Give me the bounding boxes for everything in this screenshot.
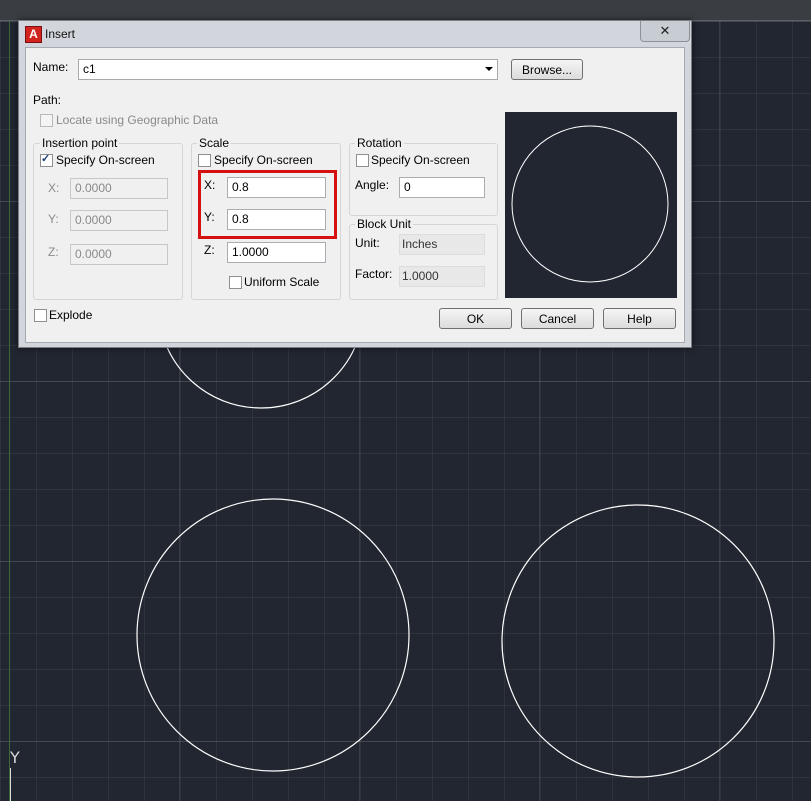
browse-button[interactable]: Browse... (511, 59, 583, 80)
path-label: Path: (33, 93, 62, 107)
insertion-specify-label: Specify On-screen (56, 153, 155, 167)
unit-label: Unit: (355, 236, 380, 250)
rotation-title: Rotation (355, 136, 404, 150)
block-preview (505, 112, 677, 298)
block-unit-title: Block Unit (355, 217, 414, 231)
name-value: c1 (83, 62, 96, 76)
scale-specify-label: Specify On-screen (214, 153, 313, 167)
scale-title: Scale (197, 136, 232, 150)
scale-x-label: X: (204, 178, 216, 192)
dialog-body: Name: c1 Browse... Path: Locate using Ge… (25, 47, 685, 343)
ucs-axis-icon (10, 768, 11, 801)
insertion-point-title: Insertion point (40, 136, 120, 150)
uniform-scale-label: Uniform Scale (244, 275, 320, 289)
ok-button[interactable]: OK (439, 308, 512, 329)
scale-z-input[interactable]: 1.0000 (227, 242, 326, 263)
insertion-z-input[interactable]: 0.0000 (70, 244, 168, 265)
close-icon: ✕ (659, 23, 671, 38)
factor-value: 1.0000 (399, 266, 485, 287)
explode-checkbox[interactable] (34, 309, 47, 322)
unit-value: Inches (399, 234, 485, 255)
dropdown-arrow-icon[interactable] (485, 67, 493, 71)
insert-dialog: A Insert ✕ Name: c1 Browse... Path: Loca… (18, 20, 692, 348)
autocad-app-icon: A (25, 26, 42, 43)
explode-label: Explode (49, 308, 93, 322)
geo-data-checkbox[interactable] (40, 114, 53, 127)
help-button[interactable]: Help (603, 308, 676, 329)
rotation-specify-label: Specify On-screen (371, 153, 470, 167)
factor-label: Factor: (355, 267, 393, 281)
scale-z-label: Z: (204, 243, 215, 257)
circle-bottom-right[interactable] (501, 504, 775, 778)
scale-y-input[interactable]: 0.8 (227, 209, 326, 230)
ucs-y-label: Y (10, 748, 20, 767)
preview-circle-graphic (511, 125, 669, 283)
rotation-specify-checkbox[interactable] (356, 154, 369, 167)
insertion-x-input[interactable]: 0.0000 (70, 178, 168, 199)
scale-specify-checkbox[interactable] (198, 154, 211, 167)
scale-y-label: Y: (204, 210, 215, 224)
angle-input[interactable]: 0 (399, 177, 485, 198)
insertion-z-label: Z: (48, 245, 59, 259)
insertion-specify-checkbox[interactable] (40, 152, 53, 167)
scale-x-input[interactable]: 0.8 (227, 177, 326, 198)
dialog-titlebar[interactable]: A Insert ✕ (19, 21, 691, 47)
name-label: Name: (33, 60, 69, 74)
geo-data-label: Locate using Geographic Data (56, 113, 219, 127)
close-button[interactable]: ✕ (640, 21, 690, 42)
insertion-y-input[interactable]: 0.0000 (70, 210, 168, 231)
dialog-title: Insert (45, 27, 76, 41)
insertion-x-label: X: (48, 181, 60, 195)
insertion-y-label: Y: (48, 212, 59, 226)
cancel-button[interactable]: Cancel (521, 308, 594, 329)
uniform-scale-checkbox[interactable] (229, 276, 242, 289)
circle-bottom-left[interactable] (136, 498, 410, 772)
name-combobox[interactable]: c1 (78, 59, 498, 80)
angle-label: Angle: (355, 178, 390, 192)
